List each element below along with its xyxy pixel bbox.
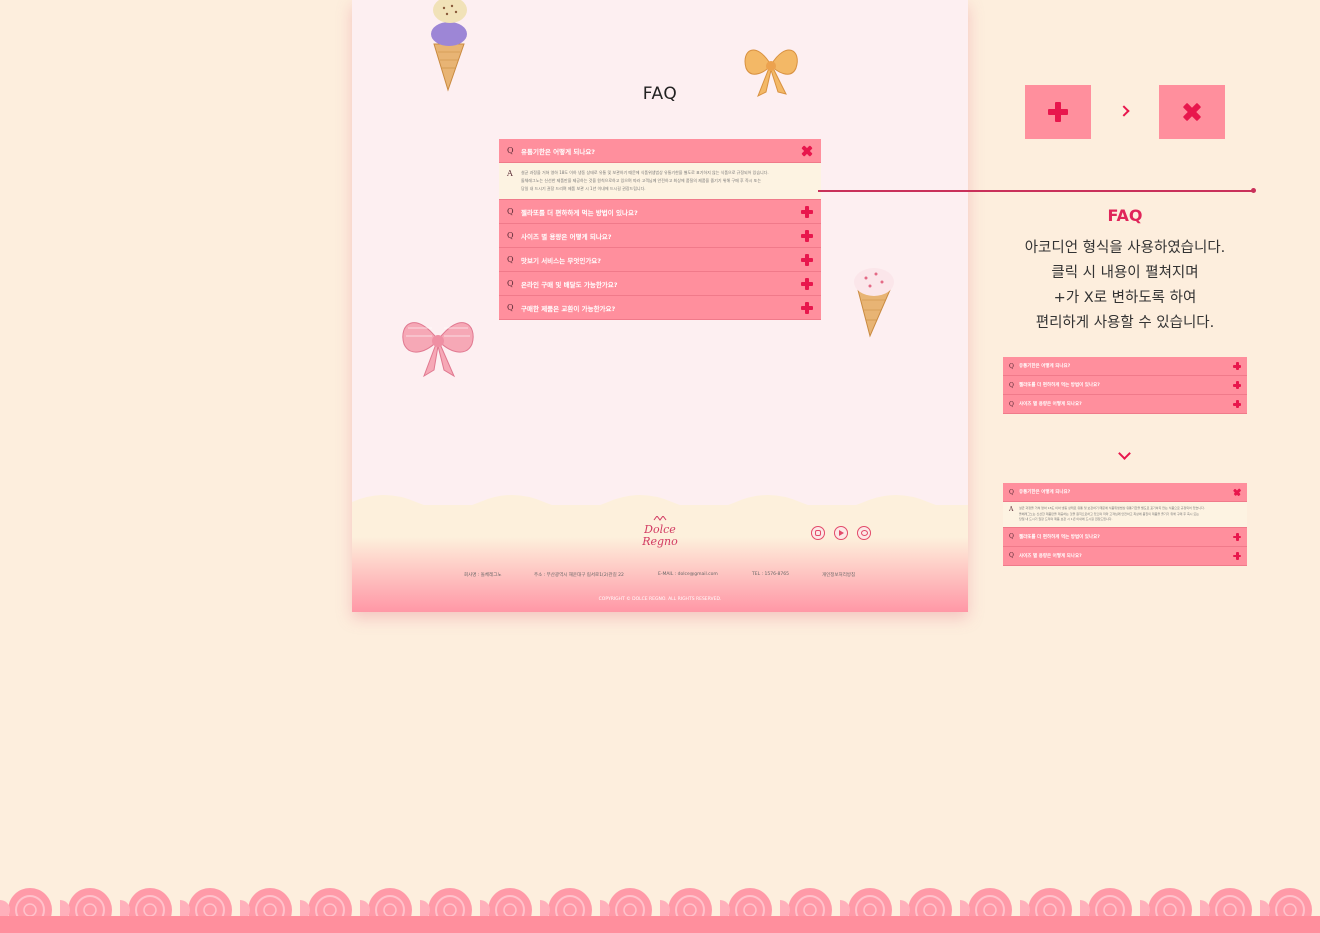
a-mark: A — [507, 169, 513, 178]
chevron-down-icon — [1118, 447, 1131, 460]
company-name: 회사명 : 돌체레그노 — [464, 573, 502, 578]
explanation-text: 아코디언 형식을 사용하였습니다. 클릭 시 내용이 펼쳐지며 +가 X로 변하… — [1004, 236, 1246, 336]
answer-line: 당일 내 드시기 권장 드리며 제품 보관 시 1년 이내에 드시길 권장드립니… — [521, 186, 646, 191]
company-email: E-MAIL : dolce@gmail.com — [658, 572, 718, 577]
faq-question[interactable]: Q 온라인 구매 및 배달도 가능한가요? — [499, 272, 821, 296]
faq-answer-text: 설균 과정을 거쳐 영하 18도 이하 냉동 상태로 유통 및 보관하기 때문에… — [521, 169, 813, 193]
faq-question-text: 유통기한은 어떻게 되나요? — [1019, 490, 1071, 495]
q-mark: Q — [507, 255, 514, 264]
ice-cream-illustration — [854, 268, 894, 338]
footer-wave — [352, 495, 968, 518]
faq-question[interactable]: Q 맛보기 서비스는 무엇인가요? — [499, 248, 821, 272]
brand-logo: Dolce Regno — [641, 516, 678, 548]
q-mark: Q — [1009, 362, 1014, 370]
faq-question[interactable]: Q 유통기한은 어떻게 되나요? — [1003, 483, 1247, 502]
faq-question-text: 사이즈 별 용량은 어떻게 되나요? — [1019, 553, 1082, 559]
q-mark: Q — [1009, 533, 1014, 540]
faq-question[interactable]: Q 젤라또를 더 편하하게 먹는 방법이 있나요? — [1003, 527, 1247, 547]
faq-open-example: Q 유통기한은 어떻게 되나요? A 설균 과정을 거쳐 영하 18도 이하 냉… — [1003, 483, 1247, 566]
faq-question[interactable]: Q 유통기한은 어떻게 되나요? — [1003, 357, 1247, 376]
faq-question-text: 젤라또를 더 편하하게 먹는 방법이 있나요? — [1019, 534, 1100, 540]
company-address: 주소 : 부산광역시 해운대구 림서로1(2)관길 22 — [534, 573, 624, 578]
faq-question[interactable]: Q 사이즈 별 용량은 어떻게 되나요? — [1003, 546, 1247, 566]
faq-answer: A 설균 과정을 거쳐 영하 18도 이하 냉동 상태로 유통 및 보관하기 때… — [1003, 502, 1247, 528]
q-mark: Q — [507, 231, 514, 240]
q-mark: Q — [507, 207, 514, 216]
faq-question-text: 젤라또를 더 편하하게 먹는 방법이 있나요? — [1019, 383, 1100, 388]
faq-question-text: 구매한 제품은 교환이 가능한가요? — [521, 304, 616, 313]
ice-cream-illustration — [431, 0, 467, 92]
q-mark: Q — [1009, 400, 1014, 408]
explanation-line: 클릭 시 내용이 펼쳐지며 — [1051, 265, 1199, 281]
faq-question[interactable]: Q 사이즈 별 용량은 어떻게 되나요? — [1003, 395, 1247, 414]
a-mark: A — [1009, 506, 1014, 513]
plus-icon[interactable] — [801, 277, 813, 290]
faq-question[interactable]: Q 젤라또를 더 편하하게 먹는 방법이 있나요? — [499, 200, 821, 224]
q-mark: Q — [1009, 552, 1014, 559]
q-mark: Q — [507, 146, 514, 155]
close-state-box — [1159, 85, 1225, 139]
svg-text:Regno: Regno — [641, 535, 678, 548]
copyright: COPYRIGHT © DOLCE REGNO. ALL RIGHTS RESE… — [598, 597, 722, 602]
close-icon[interactable] — [1233, 488, 1241, 496]
connector-line — [818, 190, 1254, 192]
plus-icon[interactable] — [1233, 532, 1241, 541]
plus-icon[interactable] — [1233, 400, 1241, 408]
plus-icon[interactable] — [801, 229, 813, 242]
explanation-line: 편리하게 사용할 수 있습니다. — [1035, 315, 1215, 331]
faq-accordion: Q 유통기한은 어떻게 되나요? A 설균 과정을 거쳐 영하 18도 이하 냉… — [499, 139, 821, 320]
faq-question[interactable]: Q 젤라또를 더 편하하게 먹는 방법이 있나요? — [1003, 376, 1247, 395]
faq-closed-example: Q 유통기한은 어떻게 되나요? Q 젤라또를 더 편하하게 먹는 방법이 있나… — [1003, 357, 1247, 414]
plus-icon[interactable] — [1233, 362, 1241, 370]
plus-icon[interactable] — [1233, 551, 1241, 560]
chevron-right-icon — [1118, 105, 1130, 117]
explanation-title: FAQ — [1107, 206, 1143, 225]
page-mockup: FAQ Q 유통기한은 어떻게 되나요? A 설균 과정을 거쳐 영하 18도 … — [352, 0, 968, 612]
instagram-icon[interactable] — [811, 526, 825, 540]
explanation-line: 아코디언 형식을 사용하였습니다. — [1024, 240, 1226, 256]
answer-line: 당일 내 드시기 권장 드리며 제품 보관 시 1년 이내에 드시길 권장드립니… — [1019, 517, 1113, 521]
plus-icon — [1048, 102, 1068, 122]
faq-question-text: 젤라또를 더 편하하게 먹는 방법이 있나요? — [521, 208, 638, 217]
plus-icon[interactable] — [1233, 381, 1241, 389]
lace-border — [0, 880, 1320, 933]
gingham-bow-illustration — [402, 322, 474, 378]
answer-line: 돌체레그노는 신선한 제품만을 제공하는 것을 원칙으로하고 있으며 따라 고객… — [521, 178, 762, 183]
q-mark: Q — [1009, 488, 1014, 496]
faq-question[interactable]: Q 구매한 제품은 교환이 가능한가요? — [499, 296, 821, 320]
q-mark: Q — [507, 279, 514, 288]
q-mark: Q — [507, 303, 514, 312]
connector-dot — [1251, 188, 1256, 193]
plus-icon[interactable] — [801, 253, 813, 266]
faq-question[interactable]: Q 사이즈 별 용량은 어떻게 되나요? — [499, 224, 821, 248]
faq-answer-text: 설균 과정을 거쳐 영하 18도 이하 냉동 상태로 유통 및 보관하기 때문에… — [1019, 506, 1241, 523]
answer-line: 설균 과정을 거쳐 영하 18도 이하 냉동 상태로 유통 및 보관하기 때문에… — [521, 170, 769, 175]
talk-icon[interactable] — [857, 526, 871, 540]
youtube-icon[interactable] — [834, 526, 848, 540]
explanation-line: +가 X로 변하도록 하여 — [1053, 290, 1197, 306]
page-title: FAQ — [642, 84, 678, 104]
privacy-link[interactable]: 개인정보처리방침 — [822, 572, 855, 578]
faq-question-text: 유통기한은 어떻게 되나요? — [1019, 364, 1071, 369]
faq-question-text: 맛보기 서비스는 무엇인가요? — [521, 256, 602, 265]
plus-state-box — [1025, 85, 1091, 139]
company-tel: TEL : 1576-8765 — [752, 572, 790, 577]
faq-question-text: 유통기한은 어떻게 되나요? — [521, 147, 596, 156]
faq-question[interactable]: Q 유통기한은 어떻게 되나요? — [499, 139, 821, 163]
plus-icon[interactable] — [801, 301, 813, 314]
close-icon[interactable] — [801, 145, 813, 157]
faq-question-text: 온라인 구매 및 배달도 가능한가요? — [521, 280, 618, 289]
faq-question-text: 사이즈 별 용량은 어떻게 되나요? — [521, 232, 612, 241]
plus-icon[interactable] — [801, 205, 813, 218]
q-mark: Q — [1009, 381, 1014, 389]
faq-question-text: 사이즈 별 용량은 어떻게 되나요? — [1019, 402, 1082, 407]
close-icon — [1182, 102, 1202, 122]
faq-answer: A 설균 과정을 거쳐 영하 18도 이하 냉동 상태로 유통 및 보관하기 때… — [499, 163, 821, 200]
